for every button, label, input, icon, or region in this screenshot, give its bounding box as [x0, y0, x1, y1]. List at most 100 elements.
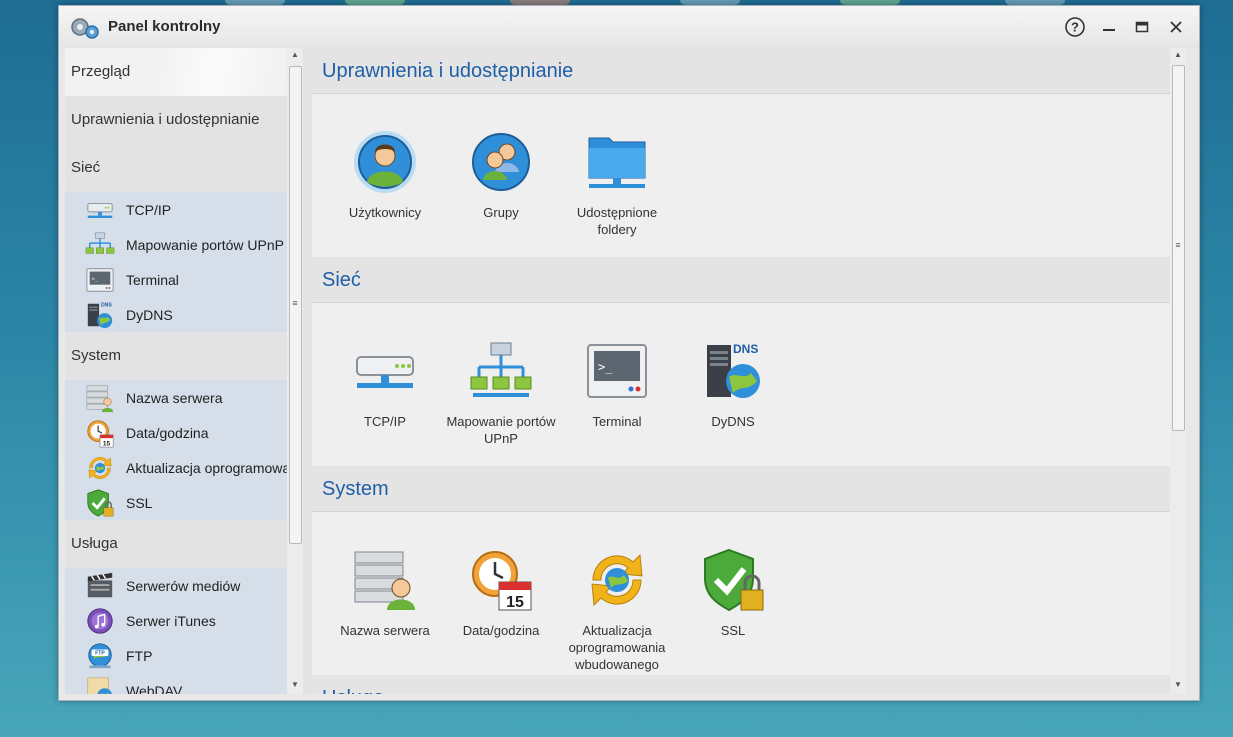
- itunes-icon: [85, 606, 115, 636]
- webdav-icon: [85, 676, 115, 694]
- tile-label: TCP/IP: [364, 414, 406, 429]
- window-title: Panel kontrolny: [108, 18, 221, 35]
- tile-groups[interactable]: Grupy: [446, 130, 556, 221]
- sidebar-item-label: DyDNS: [126, 306, 173, 323]
- sidebar-item-overview[interactable]: Przegląd: [65, 48, 293, 96]
- sidebar-item-label: Aktualizacja oprogramowa: [126, 459, 287, 476]
- gears-icon: [69, 16, 101, 40]
- sidebar-item-permissions[interactable]: Uprawnienia i udostępnianie: [65, 96, 293, 144]
- svg-text:DNS: DNS: [733, 342, 758, 356]
- sidebar-item-label: Nazwa serwera: [126, 389, 223, 406]
- sidebar-navigation: Przegląd Uprawnienia i udostępnianie Sie…: [65, 48, 347, 694]
- ssl-shield-icon: [701, 548, 765, 612]
- main-scrollbar[interactable]: ▲ ≡ ▼: [1170, 48, 1186, 694]
- user-icon: [353, 130, 417, 194]
- svg-text:FTP: FTP: [95, 650, 105, 656]
- tile-terminal[interactable]: >_ Terminal: [562, 339, 672, 430]
- sidebar-item-upnp[interactable]: Mapowanie portów UPnP: [65, 227, 287, 262]
- minimize-button[interactable]: [1097, 16, 1121, 38]
- minimize-icon: [1103, 29, 1115, 31]
- tile-firmware-update[interactable]: Aktualizacja oprogramowania wbudowanego: [562, 548, 672, 673]
- section-title-permissions: Uprawnienia i udostępnianie: [312, 48, 1170, 94]
- tile-users[interactable]: Użytkownicy: [330, 130, 440, 221]
- scroll-up-arrow-icon[interactable]: ▲: [289, 50, 301, 59]
- firmware-update-icon: [85, 453, 115, 483]
- shared-folder-icon: [585, 130, 649, 194]
- maximize-icon: [1135, 21, 1149, 33]
- scroll-up-arrow-icon[interactable]: ▲: [1172, 50, 1184, 59]
- dns-server-icon: DNS: [701, 339, 765, 403]
- upnp-network-icon: [469, 339, 533, 403]
- sidebar-item-label: Terminal: [126, 271, 179, 288]
- sidebar-item-label: Mapowanie portów UPnP: [126, 236, 284, 253]
- sidebar-item-label: Serwer iTunes: [126, 612, 216, 629]
- group-icon: [469, 130, 533, 194]
- help-icon: ?: [1065, 17, 1085, 37]
- sidebar-item-terminal[interactable]: >_ Terminal: [65, 262, 287, 297]
- tile-label: Mapowanie portów UPnP: [446, 414, 556, 446]
- help-button[interactable]: ?: [1063, 16, 1087, 38]
- sidebar-item-firmware[interactable]: Aktualizacja oprogramowa: [65, 450, 287, 485]
- sidebar-item-itunes[interactable]: Serwer iTunes: [65, 603, 287, 638]
- scroll-down-arrow-icon[interactable]: ▼: [289, 680, 301, 689]
- svg-text:>_: >_: [92, 276, 99, 282]
- upnp-network-icon: [85, 230, 115, 260]
- scroll-down-arrow-icon[interactable]: ▼: [1172, 680, 1184, 689]
- sidebar-item-webdav[interactable]: WebDAV: [65, 673, 287, 694]
- sidebar-item-media-server[interactable]: Serwerów mediów: [65, 568, 287, 603]
- svg-text:?: ?: [1071, 20, 1079, 35]
- sidebar-item-network[interactable]: Sieć: [65, 144, 293, 192]
- main-content: Uprawnienia i udostępnianie Użytkownicy …: [312, 48, 1170, 694]
- ssl-shield-icon: [85, 488, 115, 518]
- sidebar-group-system: Nazwa serwera 15 Data/godzina Aktualizac…: [65, 380, 287, 520]
- tile-label: Terminal: [592, 414, 642, 429]
- tile-ssl[interactable]: SSL: [678, 548, 788, 639]
- sidebar-group-service: Serwerów mediów Serwer iTunes FTP FTP We…: [65, 568, 287, 694]
- media-server-icon: [85, 571, 115, 601]
- sidebar-item-label: FTP: [126, 647, 153, 664]
- tile-label: Nazwa serwera: [340, 623, 430, 638]
- title-bar: Panel kontrolny ?: [59, 6, 1199, 48]
- tile-shared-folders[interactable]: Udostępnione foldery: [562, 130, 672, 238]
- sidebar-group-network: TCP/IP Mapowanie portów UPnP >_ Terminal…: [65, 192, 287, 332]
- svg-text:15: 15: [103, 440, 111, 447]
- server-name-icon: [85, 383, 115, 413]
- tile-label: Data/godzina: [462, 623, 540, 638]
- sidebar-item-system[interactable]: System: [65, 332, 293, 380]
- tile-label: Użytkownicy: [348, 205, 422, 220]
- sidebar-scrollbar[interactable]: ▲ ≡ ▼: [287, 48, 303, 694]
- tile-datetime[interactable]: 15 Data/godzina: [446, 548, 556, 639]
- clock-calendar-icon: 15: [469, 548, 533, 612]
- tile-server-name[interactable]: Nazwa serwera: [330, 548, 440, 639]
- tile-label: Udostępnione foldery: [576, 205, 658, 237]
- terminal-icon: >_: [85, 265, 115, 295]
- network-adapter-icon: [353, 339, 417, 403]
- server-name-icon: [353, 548, 417, 612]
- tile-upnp[interactable]: Mapowanie portów UPnP: [446, 339, 556, 447]
- sidebar-item-ssl[interactable]: SSL: [65, 485, 287, 520]
- tile-label: Grupy: [483, 205, 519, 220]
- network-adapter-icon: [85, 195, 115, 225]
- sidebar-item-ftp[interactable]: FTP FTP: [65, 638, 287, 673]
- section-title-service: Usługa: [312, 675, 1170, 694]
- tile-dydns[interactable]: DNS DyDNS: [678, 339, 788, 430]
- close-button[interactable]: [1164, 16, 1188, 38]
- scroll-grip-icon: ≡: [292, 298, 298, 308]
- sidebar-item-tcpip[interactable]: TCP/IP: [65, 192, 287, 227]
- sidebar-item-datetime[interactable]: 15 Data/godzina: [65, 415, 287, 450]
- control-panel-window: Panel kontrolny ? Przegląd Uprawnienia i…: [58, 5, 1200, 701]
- svg-text:15: 15: [506, 594, 524, 611]
- terminal-icon: >_: [585, 339, 649, 403]
- clock-calendar-icon: 15: [85, 418, 115, 448]
- dns-server-icon: DNS: [85, 300, 115, 330]
- sidebar-item-label: Serwerów mediów: [126, 577, 241, 594]
- sidebar-item-dydns[interactable]: DNS DyDNS: [65, 297, 287, 332]
- sidebar-item-service[interactable]: Usługa: [65, 520, 293, 568]
- section-title-network: Sieć: [312, 257, 1170, 303]
- sidebar-item-server-name[interactable]: Nazwa serwera: [65, 380, 287, 415]
- sidebar-item-label: TCP/IP: [126, 201, 172, 218]
- ftp-icon: FTP: [85, 641, 115, 671]
- tile-label: DyDNS: [711, 414, 755, 429]
- maximize-button[interactable]: [1130, 16, 1154, 38]
- tile-tcpip[interactable]: TCP/IP: [330, 339, 440, 430]
